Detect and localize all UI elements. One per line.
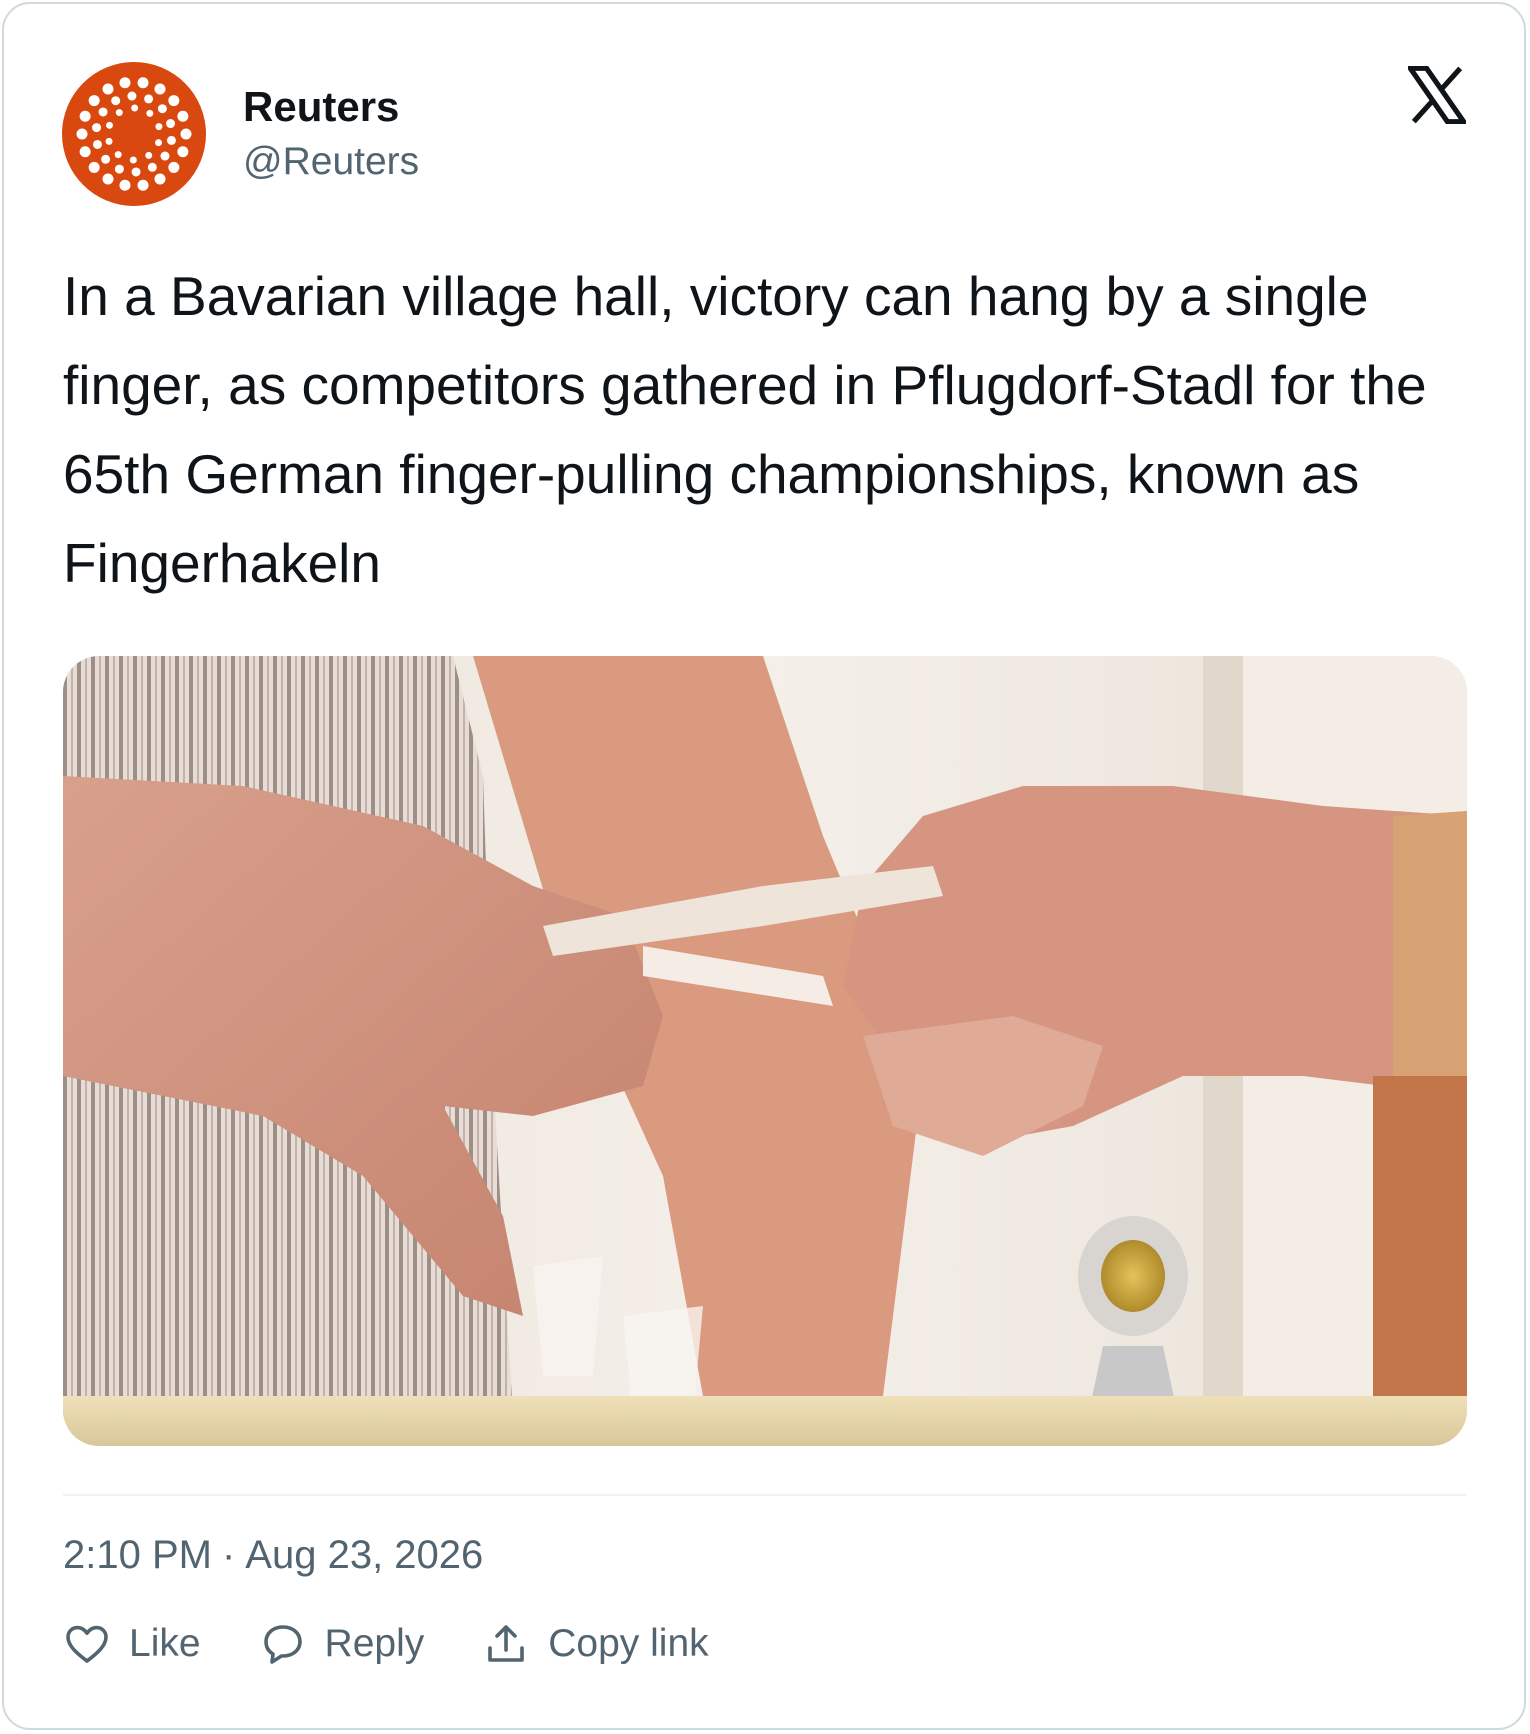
logo-dot	[88, 161, 100, 173]
like-button[interactable]: Like	[63, 1620, 201, 1668]
logo-dot	[177, 146, 189, 158]
logo-dot	[105, 137, 113, 145]
logo-dot	[111, 96, 121, 106]
logo-dot	[160, 151, 170, 161]
like-label: Like	[129, 1622, 201, 1665]
logo-dot	[105, 121, 113, 129]
logo-dot	[119, 77, 131, 89]
logo-dot	[119, 179, 131, 191]
logo-dot	[146, 109, 154, 117]
logo-dot	[157, 104, 167, 114]
logo-dot	[177, 110, 189, 122]
logo-dot	[102, 173, 114, 185]
logo-dot	[180, 128, 192, 140]
reply-label: Reply	[324, 1622, 425, 1665]
logo-dot	[79, 146, 91, 158]
logo-dot	[102, 83, 114, 95]
logo-dot	[129, 156, 137, 164]
logo-dot	[154, 173, 166, 185]
logo-dot	[92, 139, 102, 149]
author-handle[interactable]: @Reuters	[243, 138, 419, 186]
tweet-photo[interactable]	[63, 656, 1467, 1446]
logo-dot	[101, 154, 111, 164]
logo-dot	[144, 94, 154, 104]
tweet-timestamp[interactable]: 2:10 PM · Aug 23, 2026	[63, 1530, 483, 1580]
logo-dot	[131, 104, 139, 112]
logo-dot	[168, 161, 180, 173]
tweet-date[interactable]: Aug 23, 2026	[245, 1533, 483, 1577]
tweet-actions: Like Reply Copy link	[63, 1614, 767, 1674]
divider	[63, 1494, 1467, 1496]
logo-dot	[137, 77, 149, 89]
logo-dot	[154, 83, 166, 95]
logo-dot	[114, 151, 122, 159]
avatar[interactable]	[62, 62, 206, 206]
timestamp-separator: ·	[221, 1533, 236, 1577]
logo-dot	[166, 119, 176, 129]
logo-dot	[155, 139, 163, 147]
logo-dot	[115, 109, 123, 117]
logo-dot	[131, 167, 141, 177]
tweet-time[interactable]: 2:10 PM	[63, 1533, 212, 1577]
logo-dot	[127, 91, 137, 101]
tweet-text: In a Bavarian village hall, victory can …	[63, 265, 1427, 594]
copy-link-label: Copy link	[548, 1622, 709, 1665]
logo-dot	[98, 107, 108, 117]
author-name[interactable]: Reuters	[243, 82, 399, 132]
logo-dot	[147, 162, 157, 172]
logo-dot	[76, 128, 88, 140]
logo-dot	[114, 164, 124, 174]
logo-dot	[145, 151, 153, 159]
reply-button[interactable]: Reply	[259, 1620, 425, 1668]
logo-dot	[92, 123, 102, 133]
x-logo-icon[interactable]	[1405, 65, 1469, 125]
heart-icon	[66, 1625, 108, 1663]
finger-pulling-photo	[63, 656, 1467, 1446]
logo-dot	[79, 110, 91, 122]
logo-dot	[168, 95, 180, 107]
logo-dot	[137, 179, 149, 191]
upload-share-icon	[488, 1625, 525, 1662]
logo-dot	[155, 123, 163, 131]
logo-dot	[166, 135, 176, 145]
logo-dot	[88, 95, 100, 107]
reuters-logo-icon	[76, 77, 192, 191]
copy-link-button[interactable]: Copy link	[482, 1620, 709, 1668]
speech-bubble-icon	[263, 1625, 302, 1664]
